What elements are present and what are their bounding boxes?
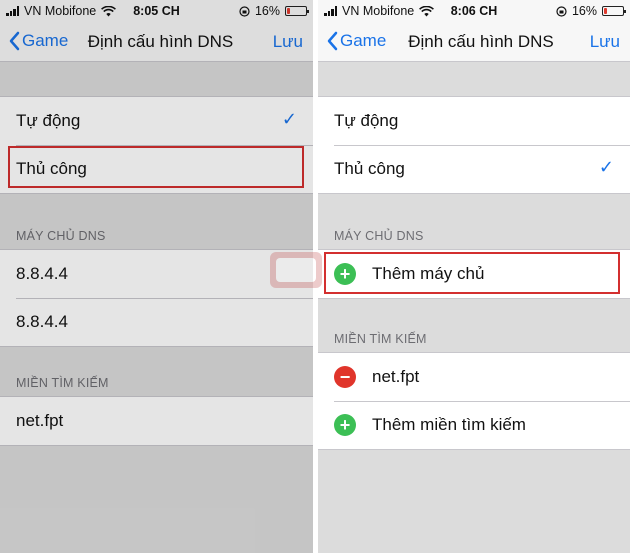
option-manual[interactable]: Thủ công: [0, 145, 313, 193]
battery-icon: [602, 6, 626, 16]
save-button[interactable]: Lưu: [590, 32, 620, 52]
add-server-label: Thêm máy chủ: [372, 264, 485, 283]
option-automatic[interactable]: Tự động ✓: [0, 97, 313, 145]
section-header-dns: MÁY CHỦ DNS: [334, 229, 424, 243]
search-domain-value: net.fpt: [372, 367, 420, 386]
orientation-lock-icon: [556, 5, 567, 17]
status-bar: VN Mobifone 8:05 CH 16%: [0, 0, 313, 22]
battery-percent: 16%: [254, 4, 280, 18]
battery-fill: [287, 8, 290, 14]
dns-server-value: 8.8.4.4: [16, 312, 68, 331]
add-circle-icon: +: [334, 263, 356, 285]
orientation-lock-icon: [239, 5, 250, 17]
section-header-search: MIỀN TÌM KIẾM: [16, 376, 109, 390]
right-screenshot: VN Mobifone 8:06 CH 16% Game Định cấu hì…: [318, 0, 630, 553]
add-server-button[interactable]: + Thêm máy chủ: [318, 250, 630, 298]
battery-percent: 16%: [571, 4, 597, 18]
search-domain-value: net.fpt: [16, 411, 64, 430]
add-search-domain-button[interactable]: + Thêm miền tìm kiếm: [318, 401, 630, 449]
search-domain-row[interactable]: net.fpt: [0, 397, 313, 445]
search-domains-group: net.fpt: [0, 396, 313, 446]
navigation-bar: Game Định cấu hình DNS Lưu: [0, 22, 313, 62]
save-button[interactable]: Lưu: [273, 32, 303, 52]
page-title: Định cấu hình DNS: [408, 32, 554, 51]
search-domains-group: − net.fpt + Thêm miền tìm kiếm: [318, 352, 630, 450]
left-screenshot: VN Mobifone 8:05 CH 16% Game Định cấu hì…: [0, 0, 313, 553]
checkmark-icon: ✓: [281, 109, 297, 129]
checkmark-icon: ✓: [598, 157, 614, 177]
section-header-dns: MÁY CHỦ DNS: [16, 229, 106, 243]
search-domain-row[interactable]: − net.fpt: [318, 353, 630, 401]
option-label: Tự động: [16, 111, 81, 130]
dns-server-row[interactable]: 8.8.4.4: [0, 250, 313, 298]
dns-server-row[interactable]: 8.8.4.4: [0, 298, 313, 346]
mode-group: Tự động Thủ công ✓: [318, 96, 630, 194]
remove-circle-icon[interactable]: −: [334, 366, 356, 388]
option-label: Thủ công: [334, 159, 405, 178]
dns-servers-group: + Thêm máy chủ: [318, 249, 630, 299]
dns-servers-group: 8.8.4.4 8.8.4.4: [0, 249, 313, 347]
mode-group: Tự động ✓ Thủ công: [0, 96, 313, 194]
status-bar: VN Mobifone 8:06 CH 16%: [318, 0, 630, 22]
dns-server-value: 8.8.4.4: [16, 264, 68, 283]
option-automatic[interactable]: Tự động: [318, 97, 630, 145]
battery-fill: [604, 8, 607, 14]
battery-icon: [285, 6, 309, 16]
option-label: Tự động: [334, 111, 399, 130]
option-label: Thủ công: [16, 159, 87, 178]
page-title: Định cấu hình DNS: [87, 32, 234, 51]
add-circle-icon: +: [334, 414, 356, 436]
option-manual[interactable]: Thủ công ✓: [318, 145, 630, 193]
navigation-bar: Game Định cấu hình DNS Lưu: [318, 22, 630, 62]
section-header-search: MIỀN TÌM KIẾM: [334, 332, 427, 346]
add-search-domain-label: Thêm miền tìm kiếm: [372, 415, 526, 434]
